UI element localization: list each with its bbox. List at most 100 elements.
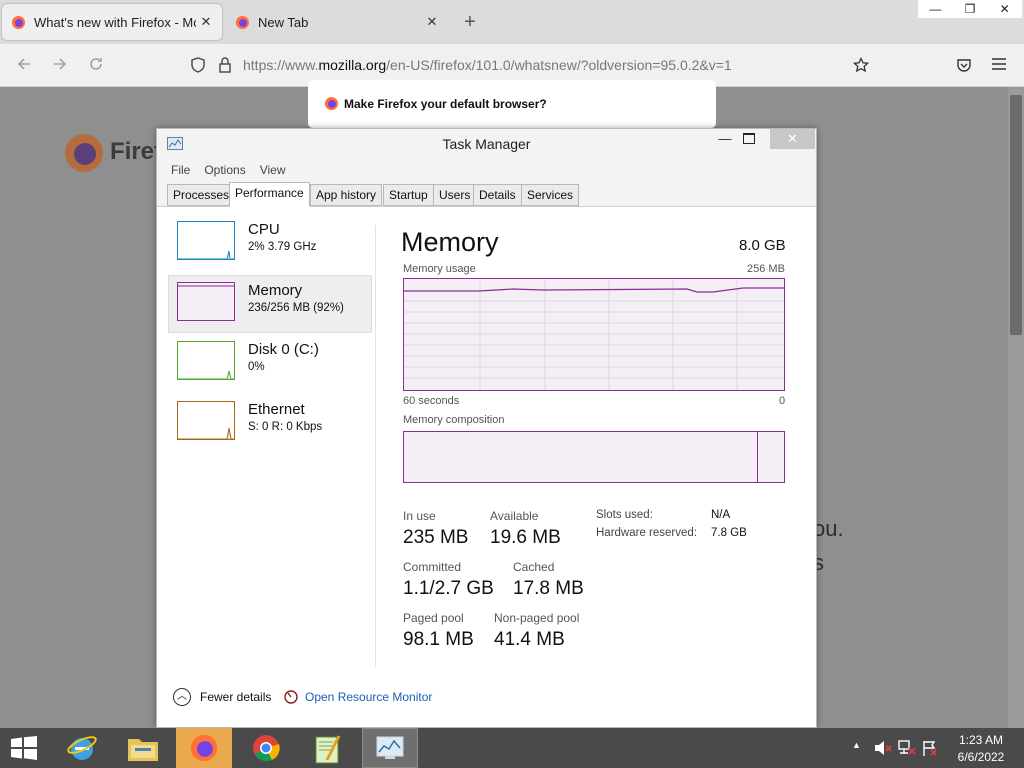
resource-item-cpu[interactable]: CPU 2% 3.79 GHz <box>169 215 371 271</box>
maximize-button[interactable] <box>743 133 755 144</box>
resource-item-ethernet[interactable]: Ethernet S: 0 R: 0 Kbps <box>169 395 371 451</box>
browser-tab-newtab[interactable]: New Tab ✕ <box>226 4 448 40</box>
fewer-details-button[interactable]: ︿ Fewer details <box>173 687 271 707</box>
resource-value: 2% 3.79 GHz <box>248 241 317 253</box>
menu-icon[interactable] <box>992 58 1006 70</box>
menu-view[interactable]: View <box>260 159 286 181</box>
url-text: https://www.mozilla.org/en-US/firefox/10… <box>243 57 732 73</box>
reload-button[interactable] <box>86 56 106 76</box>
url-bar[interactable]: https://www.mozilla.org/en-US/firefox/10… <box>182 50 890 80</box>
resource-name: Ethernet <box>248 401 305 418</box>
pocket-icon[interactable] <box>956 57 972 73</box>
show-hidden-icons-arrow[interactable]: ▲ <box>852 740 861 750</box>
hardware-reserved-label: Hardware reserved: <box>596 527 697 539</box>
resource-value: 0% <box>248 361 265 373</box>
task-manager-titlebar[interactable]: Task Manager — ✕ <box>157 129 816 159</box>
chevron-up-icon: ︿ <box>173 688 191 706</box>
internet-explorer-icon <box>67 736 97 760</box>
new-tab-button[interactable]: + <box>458 10 482 34</box>
memory-usage-label: Memory usage <box>403 263 476 275</box>
folder-icon <box>128 739 158 761</box>
tab-performance[interactable]: Performance <box>229 182 310 207</box>
performance-panel: CPU 2% 3.79 GHz Memory 236/256 MB (92%) … <box>157 207 816 727</box>
lock-icon[interactable] <box>218 56 232 74</box>
back-button[interactable] <box>14 56 34 76</box>
menu-options[interactable]: Options <box>204 159 245 181</box>
graph-axis-left: 60 seconds <box>403 395 460 407</box>
hardware-reserved-value: 7.8 GB <box>711 527 747 539</box>
close-tab-icon[interactable]: ✕ <box>422 14 442 30</box>
stat-cached-label: Cached <box>513 560 555 574</box>
tab-app-history[interactable]: App history <box>310 184 383 206</box>
ethernet-sparkline <box>177 401 235 440</box>
slots-used-value: N/A <box>711 509 731 521</box>
action-center-flag-icon[interactable] <box>922 740 938 756</box>
stat-committed-label: Committed <box>403 560 462 574</box>
memory-usage-max: 256 MB <box>747 263 785 275</box>
memory-total: 8.0 GB <box>739 237 786 254</box>
restore-button[interactable]: ❐ <box>953 0 988 18</box>
stat-non-paged-pool-label: Non-paged pool <box>494 611 580 625</box>
task-manager-tabs: Processes Performance App history Startu… <box>157 181 816 207</box>
firefox-icon <box>235 15 250 29</box>
task-manager-menubar: File Options View <box>157 159 816 181</box>
close-tab-icon[interactable]: ✕ <box>196 14 216 30</box>
resource-item-disk[interactable]: Disk 0 (C:) 0% <box>169 335 371 391</box>
panel-divider <box>375 225 376 667</box>
page-text-fragment: ou. <box>813 516 844 541</box>
fewer-details-label: Fewer details <box>200 690 272 704</box>
tab-services[interactable]: Services <box>521 184 580 206</box>
cpu-sparkline <box>177 221 235 260</box>
close-window-button[interactable]: ✕ <box>987 0 1023 18</box>
tab-processes[interactable]: Processes <box>167 184 236 206</box>
browser-tab-whatsnew[interactable]: What's new with Firefox - More ✕ <box>2 4 222 40</box>
start-button[interactable] <box>0 728 56 768</box>
taskbar-task-manager[interactable] <box>362 728 418 768</box>
resource-name: Disk 0 (C:) <box>248 341 319 358</box>
default-browser-prompt: Make Firefox your default browser? <box>344 97 547 111</box>
tab-details[interactable]: Details <box>473 184 522 206</box>
graph-axis-right: 0 <box>779 395 786 407</box>
taskbar-file-explorer[interactable] <box>115 728 171 768</box>
stat-in-use-value: 235 MB <box>403 527 469 548</box>
firefox-icon <box>190 734 218 762</box>
resource-monitor-icon <box>284 690 298 704</box>
menu-file[interactable]: File <box>171 159 190 181</box>
reload-icon <box>90 58 102 70</box>
memory-heading: Memory <box>401 227 499 257</box>
minimize-button[interactable]: — <box>918 0 953 18</box>
shield-icon[interactable] <box>190 57 206 73</box>
browser-window-controls: — ❐ ✕ <box>918 0 1023 18</box>
open-resource-monitor-link[interactable]: Open Resource Monitor <box>284 687 432 707</box>
scrollbar-thumb[interactable] <box>1010 95 1022 335</box>
clock-time[interactable]: 1:23 AM <box>958 733 1004 747</box>
stat-in-use-label: In use <box>403 509 436 523</box>
resource-item-memory[interactable]: Memory 236/256 MB (92%) <box>168 275 372 333</box>
memory-composition-label: Memory composition <box>403 414 505 426</box>
minimize-button[interactable]: — <box>715 131 735 146</box>
resource-name: CPU <box>248 221 280 238</box>
clock-date[interactable]: 6/6/2022 <box>954 750 1008 764</box>
network-icon[interactable] <box>898 740 916 756</box>
taskbar-notepad-plus-plus[interactable] <box>300 728 356 768</box>
arrow-left-icon <box>17 58 30 70</box>
speaker-muted-icon[interactable] <box>874 740 892 756</box>
default-browser-notification[interactable]: Make Firefox your default browser? <box>308 80 716 128</box>
taskbar-chrome[interactable] <box>238 728 294 768</box>
taskbar-firefox[interactable] <box>176 728 232 768</box>
stat-non-paged-pool-value: 41.4 MB <box>494 629 565 650</box>
disk-sparkline <box>177 341 235 380</box>
tab-users[interactable]: Users <box>433 184 477 206</box>
stat-paged-pool-value: 98.1 MB <box>403 629 474 650</box>
bookmark-star-icon[interactable] <box>853 57 869 73</box>
firefox-logo-text: Firef <box>110 138 163 165</box>
tab-startup[interactable]: Startup <box>383 184 434 206</box>
forward-button[interactable] <box>50 56 70 76</box>
resource-value: 236/256 MB (92%) <box>248 302 344 314</box>
taskbar-internet-explorer[interactable] <box>54 728 110 768</box>
firefox-logo-icon <box>65 134 103 172</box>
notepad-plus-plus-icon <box>315 735 341 764</box>
memory-usage-graph <box>403 278 785 391</box>
resource-monitor-label: Open Resource Monitor <box>305 690 433 704</box>
close-window-button[interactable]: ✕ <box>770 129 815 149</box>
